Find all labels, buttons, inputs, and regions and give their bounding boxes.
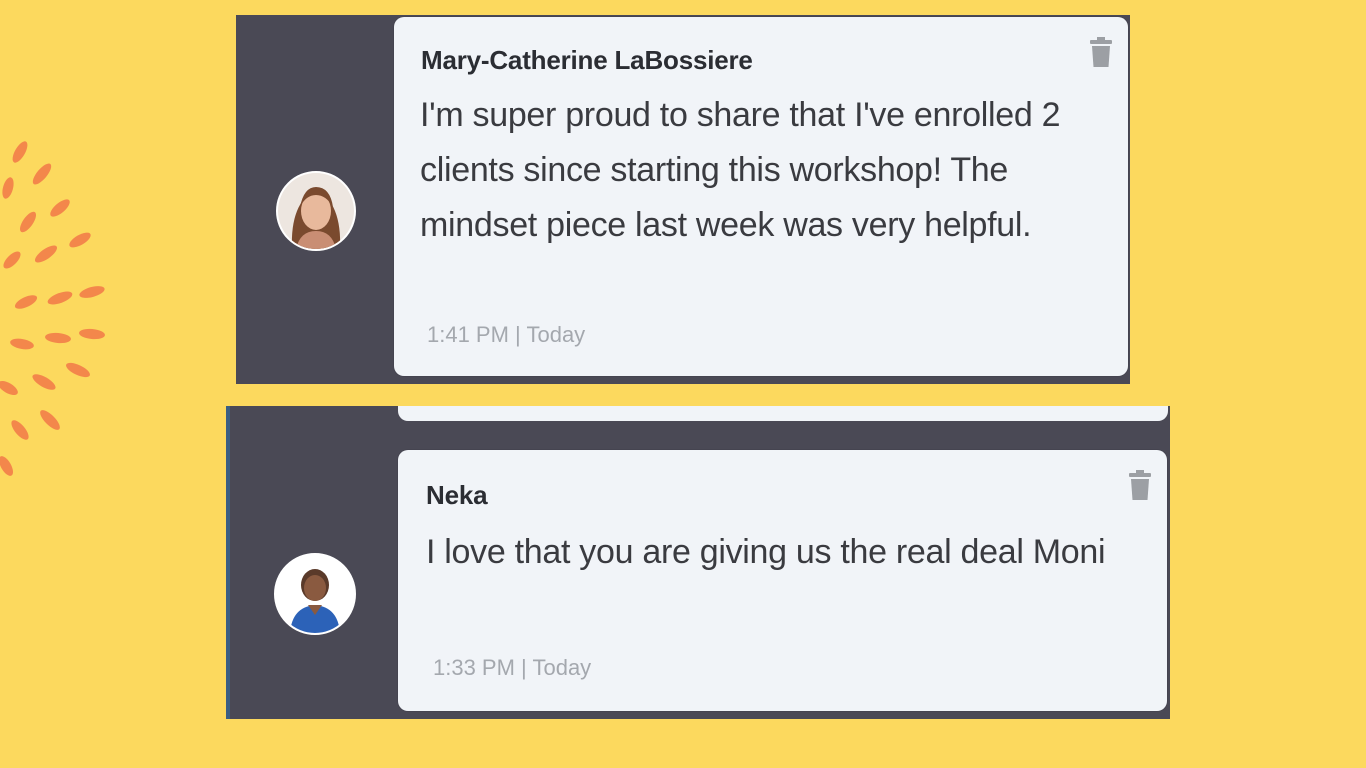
comment-timestamp: 1:41 PM | Today bbox=[427, 322, 586, 347]
user-avatar-photo-icon bbox=[276, 555, 354, 633]
comment-timestamp: 1:33 PM | Today bbox=[433, 655, 592, 680]
comment-text: I love that you are giving us the real d… bbox=[426, 533, 1106, 571]
user-avatar-photo-icon bbox=[278, 173, 354, 249]
comment-panel: Neka I love that you are giving us the r… bbox=[226, 406, 1170, 719]
avatar[interactable] bbox=[274, 553, 356, 635]
comment-text: I'm super proud to share that I've enrol… bbox=[420, 96, 1061, 244]
scroll-edge bbox=[226, 406, 230, 719]
comment-author[interactable]: Mary-Catherine LaBossiere bbox=[421, 45, 753, 76]
comment-panel: Mary-Catherine LaBossiere I'm super prou… bbox=[236, 15, 1130, 384]
avatar[interactable] bbox=[276, 171, 356, 251]
previous-card-edge bbox=[398, 406, 1168, 421]
sunburst-decoration bbox=[0, 141, 105, 476]
comment-card: Neka I love that you are giving us the r… bbox=[398, 450, 1167, 711]
trash-icon[interactable] bbox=[1129, 470, 1151, 500]
comment-author[interactable]: Neka bbox=[426, 480, 488, 511]
comment-card: Mary-Catherine LaBossiere I'm super prou… bbox=[394, 17, 1128, 376]
trash-icon[interactable] bbox=[1090, 37, 1112, 67]
